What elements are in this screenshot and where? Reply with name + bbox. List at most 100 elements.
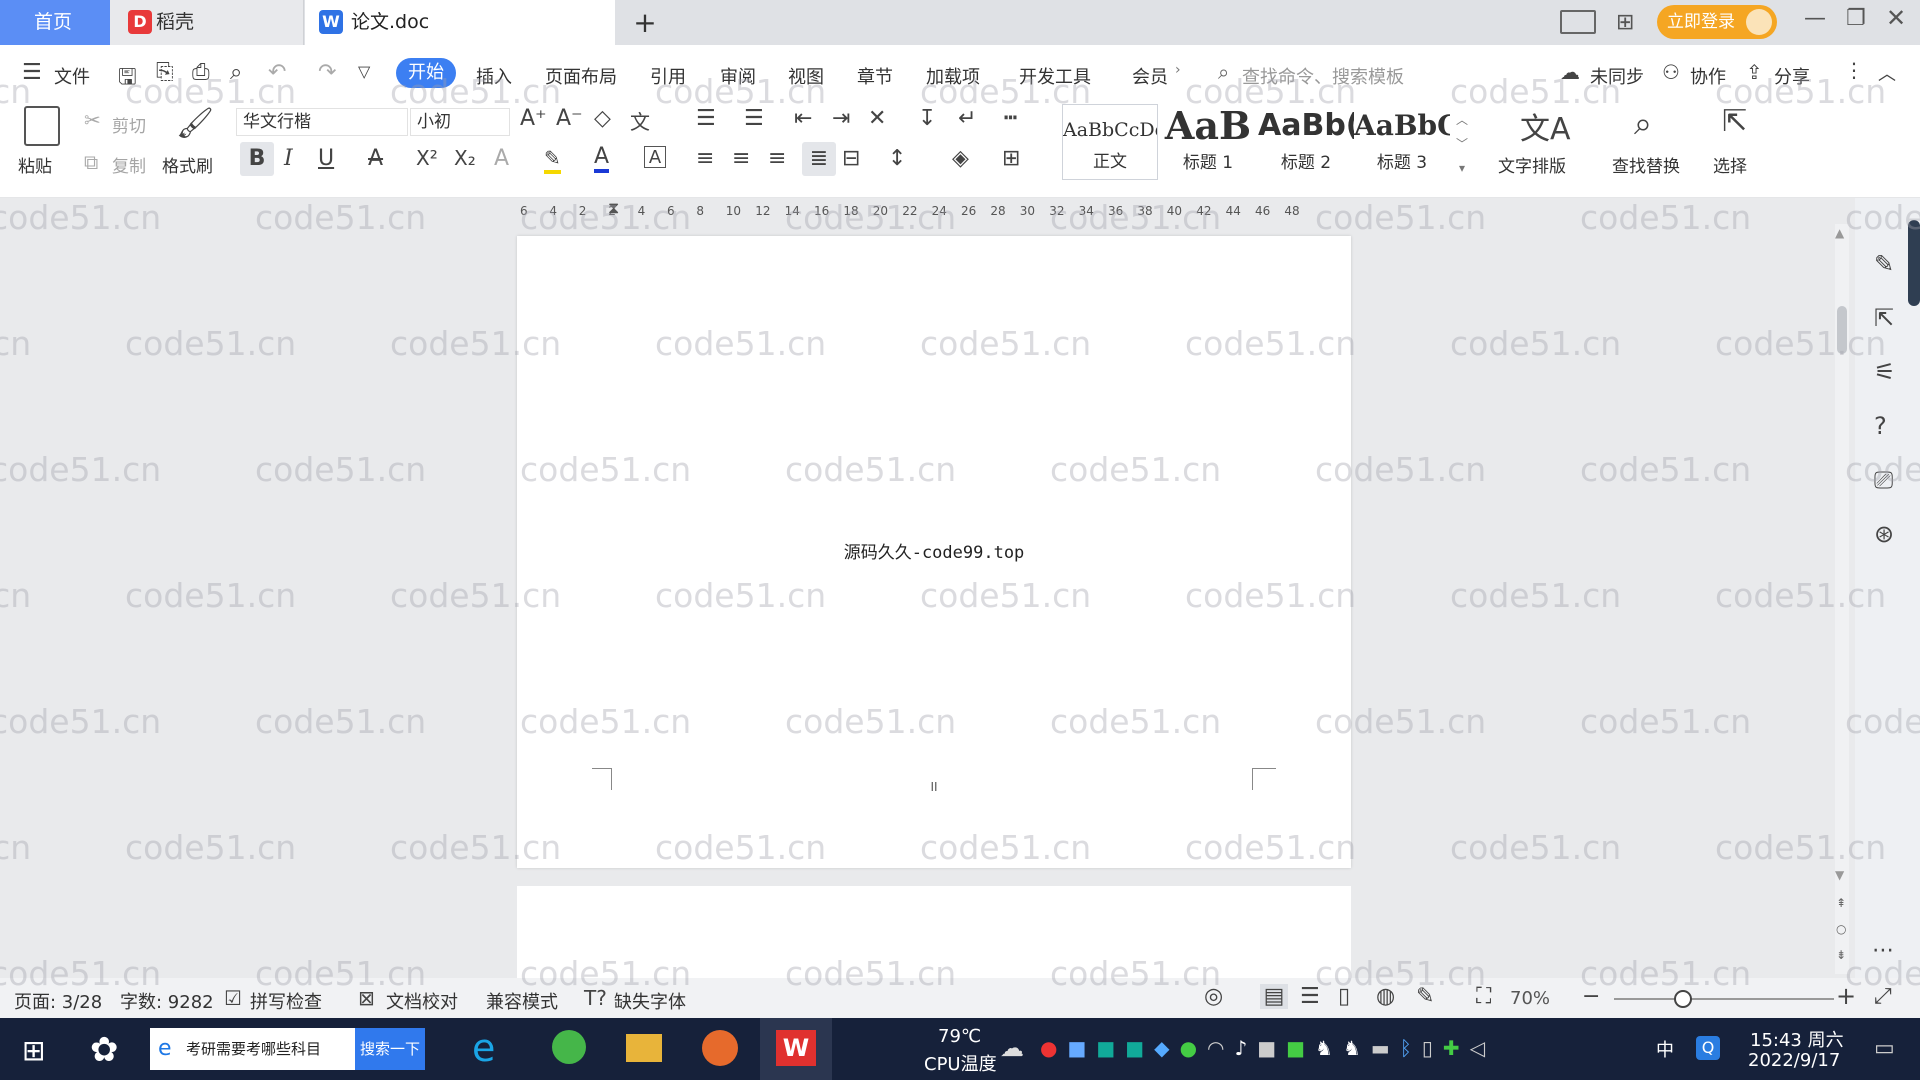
outline-view-icon[interactable]: ☰ (1300, 984, 1320, 1009)
settings-sliders-icon[interactable]: ⚟ (1874, 358, 1896, 386)
fit-page-icon[interactable]: ⛶ (1476, 984, 1491, 1009)
more-vertical-icon[interactable]: ⋮ (1844, 58, 1864, 82)
pointer-icon[interactable]: ⇱ (1874, 304, 1894, 332)
tab-home[interactable]: 首页 (0, 0, 110, 45)
layout-toggle-icon[interactable] (1560, 10, 1596, 34)
missing-font-button[interactable]: 缺失字体 (614, 988, 686, 1014)
zoom-in-icon[interactable]: + (1836, 982, 1856, 1010)
font-name-select[interactable]: 华文行楷 (236, 108, 408, 136)
more-horizontal-icon[interactable]: ⋯ (1872, 938, 1894, 963)
qq-icon[interactable]: ♞ (1315, 1036, 1333, 1062)
page-view-icon[interactable]: ▤ (1260, 984, 1288, 1009)
volume-icon[interactable]: ◁ (1470, 1036, 1485, 1062)
highlight-icon[interactable]: ✎ (544, 146, 561, 174)
command-search-input[interactable]: 查找命令、搜索模板 (1242, 63, 1404, 89)
reading-view-icon[interactable]: ▯ (1338, 984, 1350, 1009)
document-page[interactable]: 源码久久-code99.top II (517, 236, 1351, 868)
tab-ruler-icon[interactable]: ┅ (1004, 106, 1017, 131)
ie-browser-icon[interactable]: e (472, 1026, 495, 1070)
styles-scroll-icon[interactable]: ︿ ﹀ ▾ (1456, 108, 1468, 180)
search-engine-icon[interactable]: Q (1696, 1036, 1720, 1060)
menu-references[interactable]: 引用 (650, 63, 686, 89)
menu-developer[interactable]: 开发工具 (1019, 63, 1091, 89)
zoom-slider-thumb[interactable] (1674, 990, 1692, 1008)
style-heading3[interactable]: AaBbC 标题 3 (1354, 104, 1450, 178)
web-view-icon[interactable]: ◍ (1376, 984, 1395, 1009)
tray-app-icon[interactable]: ✚ (1443, 1036, 1460, 1062)
wifi-icon[interactable]: ◠ (1207, 1036, 1224, 1062)
zoom-out-icon[interactable]: − (1582, 984, 1600, 1009)
scissors-icon[interactable]: ✂ (84, 108, 101, 132)
style-normal[interactable]: AaBbCcDd 正文 (1062, 104, 1158, 180)
increase-indent-icon[interactable]: ⇥ (832, 106, 850, 131)
indent-marker-icon[interactable]: ⧗ (608, 198, 619, 218)
superscript-icon[interactable]: X² (416, 146, 438, 170)
document-text-line[interactable]: 源码久久-code99.top (517, 538, 1351, 563)
vertical-scrollbar[interactable] (1835, 224, 1849, 974)
tray-app-icon[interactable]: ● (1040, 1036, 1057, 1062)
text-layout-button[interactable]: 文字排版 (1498, 152, 1566, 177)
side-panel-handle[interactable] (1908, 220, 1920, 306)
chinese-layout-icon[interactable]: ✕ (868, 106, 886, 131)
align-center-icon[interactable]: ≡ (732, 146, 750, 171)
shading-icon[interactable]: ◈ (952, 146, 969, 171)
zoom-slider[interactable] (1614, 990, 1834, 1008)
subscript-icon[interactable]: X₂ (454, 146, 476, 170)
clock-time[interactable]: 15:43 周六 (1750, 1026, 1844, 1052)
numbered-list-icon[interactable]: ☰ (744, 106, 764, 131)
windows-start-icon[interactable]: ⊞ (22, 1034, 45, 1067)
scroll-thumb[interactable] (1837, 306, 1847, 354)
paste-button[interactable]: 粘贴 (18, 152, 52, 177)
fullscreen-icon[interactable]: ⤢ (1874, 984, 1892, 1009)
text-effect-icon[interactable]: A (494, 146, 509, 171)
zoom-level[interactable]: 70% (1510, 988, 1550, 1009)
pinwheel-app-icon[interactable]: ✿ (90, 1030, 119, 1070)
tray-app-icon[interactable]: ■ (1067, 1036, 1086, 1062)
select-browse-icon[interactable]: ○ (1836, 922, 1846, 936)
format-painter-icon[interactable]: 🖌 (176, 106, 214, 141)
line-spacing-icon[interactable]: ↕ (888, 146, 906, 171)
select-pointer-icon[interactable]: ⇱ (1722, 104, 1747, 139)
paste-icon[interactable] (24, 106, 60, 146)
align-left-icon[interactable]: ≡ (696, 146, 714, 171)
justify-icon[interactable]: ≣ (802, 142, 836, 176)
tab-daoke[interactable]: D 稻壳 (110, 0, 304, 45)
game-app-icon[interactable] (702, 1030, 738, 1066)
compass-icon[interactable]: ⊛ (1874, 520, 1894, 548)
tray-app-icon[interactable]: ■ (1257, 1036, 1276, 1062)
notification-center-icon[interactable]: ▭ (1874, 1036, 1895, 1061)
word-count[interactable]: 字数: 9282 (120, 988, 214, 1014)
help-icon[interactable]: ? (1874, 412, 1887, 440)
phonetic-guide-icon[interactable]: 文 (630, 106, 650, 135)
text-layout-icon[interactable]: 文A (1520, 104, 1571, 148)
copy-icon[interactable]: ⧉ (84, 150, 98, 174)
write-mode-icon[interactable]: ✎ (1416, 984, 1434, 1009)
align-right-icon[interactable]: ≡ (768, 146, 786, 171)
paragraph-marks-icon[interactable]: ↵ (958, 106, 976, 131)
bluetooth-icon[interactable]: ᛒ (1400, 1036, 1412, 1062)
save-icon[interactable]: 🖫 (118, 60, 137, 98)
menu-start[interactable]: 开始 (396, 58, 456, 88)
italic-icon[interactable]: I (284, 146, 293, 171)
minimize-icon[interactable]: — (1804, 6, 1826, 31)
collapse-ribbon-icon[interactable]: ︿ (1878, 60, 1896, 86)
menu-chapter[interactable]: 章节 (857, 63, 893, 89)
close-icon[interactable]: ✕ (1886, 4, 1906, 32)
select-button[interactable]: 选择 (1713, 152, 1747, 177)
shield-icon[interactable]: ◆ (1154, 1036, 1169, 1062)
tray-app-icon[interactable]: ● (1180, 1036, 1197, 1062)
collab-button[interactable]: 协作 (1690, 63, 1726, 89)
scroll-down-icon[interactable]: ▼ (1835, 868, 1844, 882)
grow-font-icon[interactable]: A⁺ (520, 106, 547, 131)
qq-icon[interactable]: ♞ (1343, 1036, 1361, 1062)
weather-cloud-icon[interactable]: ☁ (1000, 1034, 1024, 1062)
taskbar-search-button[interactable]: 搜索一下 (355, 1028, 425, 1070)
style-heading1[interactable]: AaB 标题 1 (1160, 104, 1256, 178)
login-button[interactable]: 立即登录 (1657, 5, 1777, 39)
font-size-select[interactable]: 小初 (410, 108, 510, 136)
print-preview-icon[interactable]: ⌕ (230, 60, 242, 85)
restore-icon[interactable]: ❐ (1846, 6, 1866, 31)
proofread-button[interactable]: 文档校对 (386, 988, 458, 1014)
style-heading2[interactable]: AaBb( 标题 2 (1258, 104, 1354, 178)
sort-icon[interactable]: ↧ (918, 106, 936, 131)
